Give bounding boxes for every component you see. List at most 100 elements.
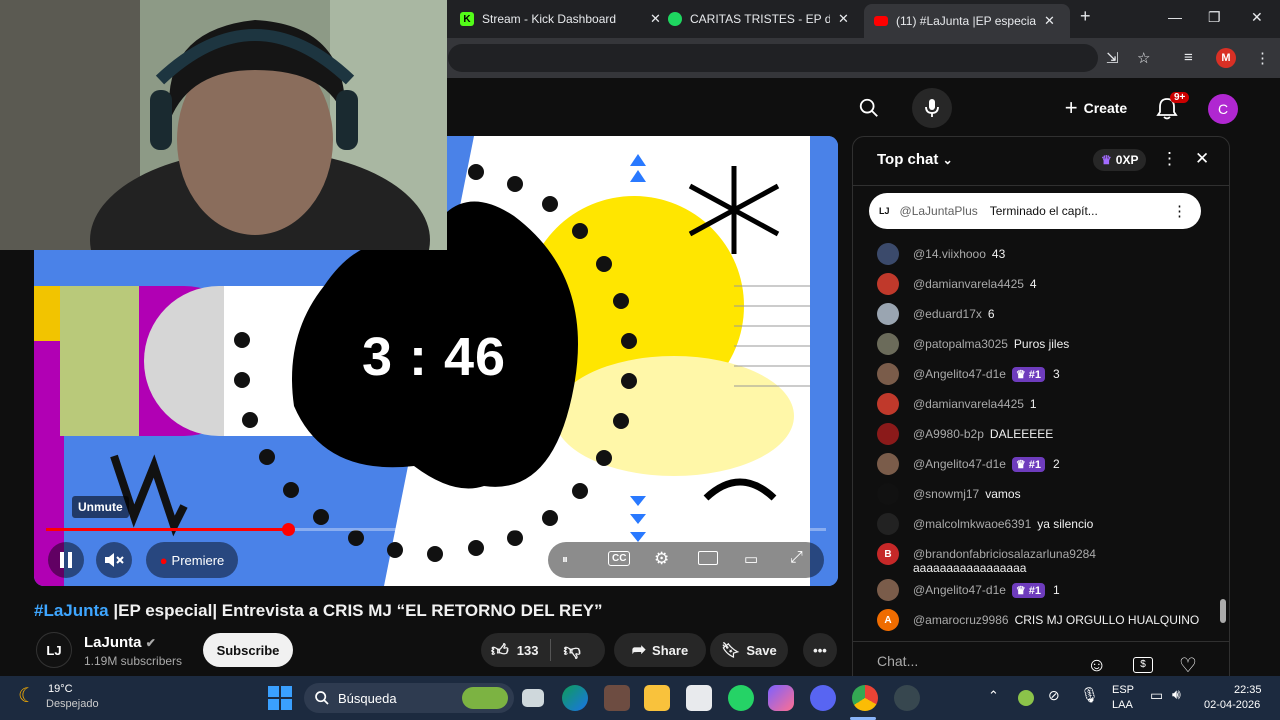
store-icon[interactable]: [686, 685, 712, 711]
chat-author[interactable]: @snowmj17: [913, 487, 979, 501]
microphone-icon[interactable]: [912, 88, 952, 128]
pinned-message[interactable]: LJ @LaJuntaPlus Terminado el capít... ⋮: [869, 193, 1201, 229]
chat-message[interactable]: @14.viixhooo 43: [877, 243, 1005, 265]
chat-avatar[interactable]: [877, 423, 899, 445]
weather-moon-icon[interactable]: ☾: [18, 683, 36, 708]
chat-author[interactable]: @A9980-b2p: [913, 427, 984, 441]
progress-bar[interactable]: [46, 523, 826, 536]
media-control-icon[interactable]: ≡: [1184, 49, 1193, 66]
fullscreen-icon[interactable]: ⤢: [790, 549, 803, 567]
chat-avatar[interactable]: [877, 303, 899, 325]
channel-name[interactable]: LaJunta ✔: [84, 634, 156, 651]
chat-message[interactable]: A @amarocruz9986 CRIS MJ ORGULLO HUALQUINO: [877, 609, 1199, 631]
microphone-tray-icon[interactable]: 🎙︎: [1080, 686, 1099, 704]
title-hashtag-link[interactable]: #LaJunta: [34, 601, 109, 620]
chat-message[interactable]: @Angelito47-d1e ♛ #1 3: [877, 363, 1060, 385]
channel-avatar[interactable]: LJ: [36, 632, 72, 668]
save-button[interactable]: 🔖︎ Save: [710, 633, 788, 667]
chat-avatar[interactable]: [877, 453, 899, 475]
copilot-icon[interactable]: [768, 685, 794, 711]
pause-icon[interactable]: [48, 542, 84, 578]
chat-message[interactable]: @damianvarela4425 4: [877, 273, 1037, 295]
restore-icon[interactable]: ❐: [1208, 9, 1221, 26]
chat-author[interactable]: @damianvarela4425: [913, 277, 1024, 291]
more-actions-icon[interactable]: •••: [803, 633, 837, 667]
chat-message[interactable]: @damianvarela4425 1: [877, 393, 1037, 415]
settings-gear-icon[interactable]: ⚙: [654, 549, 669, 569]
chat-avatar[interactable]: B: [877, 543, 899, 565]
chat-message[interactable]: @Angelito47-d1e ♛ #1 2: [877, 453, 1060, 475]
chat-avatar[interactable]: [877, 513, 899, 535]
emoji-icon[interactable]: ☺: [1087, 655, 1106, 677]
language-indicator[interactable]: ESP: [1112, 684, 1134, 696]
obs-icon[interactable]: [894, 685, 920, 711]
chat-message[interactable]: @patopalma3025 Puros jiles: [877, 333, 1069, 355]
theater-mode-icon[interactable]: [698, 551, 718, 565]
subscribe-button[interactable]: Subscribe: [203, 633, 293, 667]
chat-avatar[interactable]: A: [877, 609, 899, 631]
chat-author[interactable]: @damianvarela4425: [913, 397, 1024, 411]
chat-message[interactable]: @eduard17x 6: [877, 303, 995, 325]
pinned-menu-icon[interactable]: ⋮: [1172, 202, 1187, 220]
chat-avatar[interactable]: [877, 579, 899, 601]
xp-badge[interactable]: ♛ 0XP: [1093, 149, 1147, 171]
task-view-icon[interactable]: [522, 689, 544, 707]
chat-author[interactable]: @Angelito47-d1e: [913, 457, 1006, 471]
chat-avatar[interactable]: [877, 393, 899, 415]
clock-time[interactable]: 22:35: [1234, 684, 1262, 696]
chat-author[interactable]: @Angelito47-d1e: [913, 367, 1006, 381]
chevron-up-icon[interactable]: ⌃: [988, 688, 999, 704]
search-icon[interactable]: [849, 88, 889, 128]
speaker-icon[interactable]: 🔊︎: [1172, 686, 1181, 703]
captions-icon[interactable]: CC: [608, 551, 631, 566]
autoplay-toggle-icon[interactable]: ⏸: [562, 552, 568, 567]
tab-kick-dashboard[interactable]: K Stream - Kick Dashboard ✕: [450, 6, 671, 32]
chat-menu-icon[interactable]: ⋮: [1161, 149, 1178, 169]
bookmark-star-icon[interactable]: ☆: [1137, 49, 1150, 67]
unmute-button[interactable]: Unmute: [72, 496, 129, 518]
minimize-icon[interactable]: —: [1168, 9, 1182, 25]
chat-avatar[interactable]: [877, 363, 899, 385]
taskbar-search[interactable]: Búsqueda: [304, 683, 514, 713]
display-icon[interactable]: ▭: [1150, 687, 1163, 704]
install-app-icon[interactable]: ⇲: [1106, 49, 1119, 67]
create-button[interactable]: + Create: [1058, 92, 1134, 124]
chat-author[interactable]: @14.viixhooo: [913, 247, 986, 261]
close-tab-icon[interactable]: ✕: [1044, 13, 1055, 29]
new-tab-icon[interactable]: +: [1080, 6, 1091, 27]
chat-author[interactable]: @patopalma3025: [913, 337, 1008, 351]
browser-menu-icon[interactable]: ⋮: [1255, 49, 1270, 67]
chat-author[interactable]: @malcolmkwaoe6391: [913, 517, 1031, 531]
chat-avatar[interactable]: [877, 243, 899, 265]
dislike-icon[interactable]: 👎︎: [563, 640, 580, 661]
chat-avatar[interactable]: [877, 483, 899, 505]
like-icon[interactable]: 👍︎: [491, 640, 509, 661]
chrome-icon[interactable]: [852, 685, 878, 711]
share-button[interactable]: ➦ Share: [614, 633, 706, 667]
chat-author[interactable]: @amarocruz9986: [913, 613, 1009, 627]
chat-message[interactable]: @malcolmkwaoe6391 ya silencio: [877, 513, 1093, 535]
chat-message[interactable]: B @brandonfabriciosalazarluna9284 aaaaaaaa…: [877, 543, 1102, 575]
like-count[interactable]: 133: [517, 643, 539, 658]
edge-icon[interactable]: [562, 685, 588, 711]
chat-avatar[interactable]: [877, 273, 899, 295]
close-tab-icon[interactable]: ✕: [838, 11, 849, 27]
close-window-icon[interactable]: ✕: [1251, 9, 1263, 26]
scrubber-handle[interactable]: [281, 523, 295, 536]
chat-author[interactable]: @brandonfabriciosalazarluna9284: [913, 547, 1096, 561]
windows-start-icon[interactable]: [268, 686, 292, 710]
minecraft-icon[interactable]: [604, 685, 630, 711]
scrollbar-thumb[interactable]: [1220, 599, 1226, 623]
account-avatar[interactable]: C: [1208, 94, 1238, 124]
chat-message[interactable]: @snowmj17 vamos: [877, 483, 1021, 505]
tab-youtube[interactable]: (11) #LaJunta |EP especial| E ✕: [864, 4, 1070, 38]
chat-avatar[interactable]: [877, 333, 899, 355]
chat-author[interactable]: @eduard17x: [913, 307, 982, 321]
weather-temp[interactable]: 19°C: [48, 683, 73, 695]
heart-icon[interactable]: ♡: [1179, 653, 1197, 678]
chat-mode-dropdown[interactable]: Top chat ⌄: [877, 151, 953, 168]
close-chat-icon[interactable]: ✕: [1195, 149, 1209, 169]
file-explorer-icon[interactable]: [644, 685, 670, 711]
omnibox[interactable]: [448, 44, 1098, 72]
profile-avatar[interactable]: M: [1216, 48, 1236, 68]
